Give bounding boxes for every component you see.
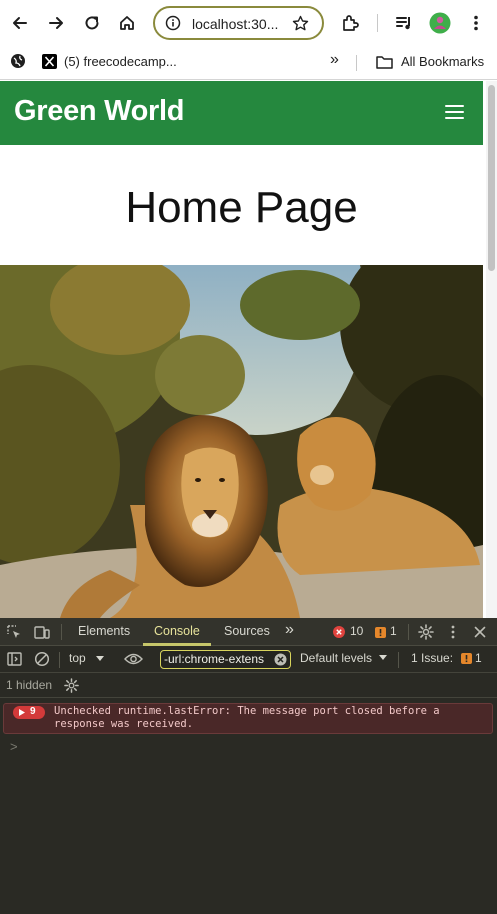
all-bookmarks-label: All Bookmarks (401, 54, 485, 69)
profile-avatar[interactable] (428, 11, 452, 35)
devtools-menu-icon[interactable] (451, 625, 455, 639)
console-error-message[interactable]: 9 Unchecked runtime.lastError: The messa… (3, 703, 493, 734)
inspect-element-icon[interactable] (7, 625, 21, 639)
all-bookmarks-button[interactable]: All Bookmarks (370, 46, 495, 80)
bookmarks-overflow-button[interactable]: » (330, 51, 339, 69)
console-settings-gear-icon[interactable] (64, 678, 79, 693)
toolbar-divider (377, 14, 378, 32)
expand-triangle-icon[interactable] (19, 709, 25, 716)
bookmark-label: (5) freecodecamp... (64, 54, 177, 69)
console-prompt[interactable]: > (10, 739, 18, 754)
hidden-messages-count: 1 hidden (6, 678, 53, 692)
repeat-count: 9 (30, 706, 36, 717)
error-icon (333, 626, 345, 638)
caret-down-icon (96, 656, 104, 661)
browser-toolbar: localhost:30... (0, 0, 497, 46)
warning-counter[interactable]: 1 (375, 624, 401, 639)
more-tabs-button[interactable]: » (285, 621, 294, 639)
page-title: Home Page (125, 183, 358, 232)
console-status-row: 1 hidden (0, 673, 497, 698)
bookmarks-divider (356, 55, 357, 71)
filter-value: -url:chrome-extens (164, 652, 265, 666)
address-bar[interactable]: localhost:30... (153, 6, 324, 40)
repeat-count-badge: 9 (13, 706, 45, 719)
clear-console-icon[interactable] (34, 651, 50, 667)
devtools-tabbar: Elements Console Sources » 10 1 (0, 618, 497, 646)
warning-icon (375, 627, 386, 638)
folder-icon (376, 56, 393, 69)
tab-divider (408, 624, 409, 640)
url-text: localhost:30... (192, 16, 279, 32)
context-selector[interactable]: top (66, 650, 110, 668)
reload-icon[interactable] (80, 11, 104, 35)
issues-count: 1 (475, 651, 482, 665)
context-value: top (69, 651, 86, 665)
tab-divider (61, 624, 62, 640)
tab-sources[interactable]: Sources (224, 624, 270, 638)
warning-count: 1 (390, 624, 397, 638)
media-control-icon[interactable] (392, 11, 416, 35)
extensions-icon[interactable] (338, 11, 362, 35)
issue-flag-icon (461, 653, 472, 664)
globe-icon[interactable] (10, 53, 26, 69)
caret-down-icon (379, 655, 387, 660)
devtools-panel: Elements Console Sources » 10 1 top -url… (0, 618, 497, 914)
error-message-text: Unchecked runtime.lastError: The message… (54, 705, 440, 730)
hamburger-menu-icon[interactable] (445, 105, 465, 121)
log-levels-value: Default levels (300, 651, 373, 665)
page-scrollbar[interactable] (486, 81, 497, 618)
issues-label: 1 Issue: (411, 651, 454, 665)
site-brand[interactable]: Green World (14, 95, 185, 128)
bookmark-item-freecodecamp[interactable]: (5) freecodecamp... (40, 46, 190, 80)
console-toolbar: top -url:chrome-extens Default levels 1 … (0, 646, 497, 673)
device-toolbar-icon[interactable] (34, 625, 50, 639)
error-counter[interactable]: 10 (333, 624, 369, 639)
settings-gear-icon[interactable] (418, 624, 434, 640)
hero-lions-image (0, 265, 483, 618)
browser-menu-icon[interactable] (464, 11, 488, 35)
page-viewport: Green World Home Page (0, 81, 486, 618)
site-navbar: Green World (0, 81, 483, 145)
bookmarks-bar: (5) freecodecamp... » All Bookmarks (0, 46, 497, 80)
back-icon[interactable] (8, 11, 32, 35)
sidebar-toggle-icon[interactable] (7, 652, 22, 666)
tab-elements[interactable]: Elements (78, 624, 130, 638)
bookmark-star-icon[interactable] (292, 15, 309, 32)
close-devtools-icon[interactable] (474, 626, 486, 638)
live-expression-eye-icon[interactable] (124, 652, 143, 666)
log-levels-dropdown[interactable]: Default levels (297, 650, 392, 668)
clear-filter-icon[interactable] (274, 653, 287, 666)
error-count: 10 (350, 624, 364, 638)
toolbar-divider (398, 652, 399, 668)
x-logo-icon (42, 54, 57, 69)
page-scrollbar-thumb[interactable] (488, 85, 495, 271)
site-info-icon[interactable] (165, 15, 181, 31)
home-icon[interactable] (115, 11, 139, 35)
tab-console[interactable]: Console (154, 624, 200, 638)
forward-icon[interactable] (44, 11, 68, 35)
toolbar-divider (59, 652, 60, 668)
console-filter-input[interactable]: -url:chrome-extens (160, 650, 291, 669)
issues-button[interactable]: 1 Issue: 1 (405, 650, 495, 668)
